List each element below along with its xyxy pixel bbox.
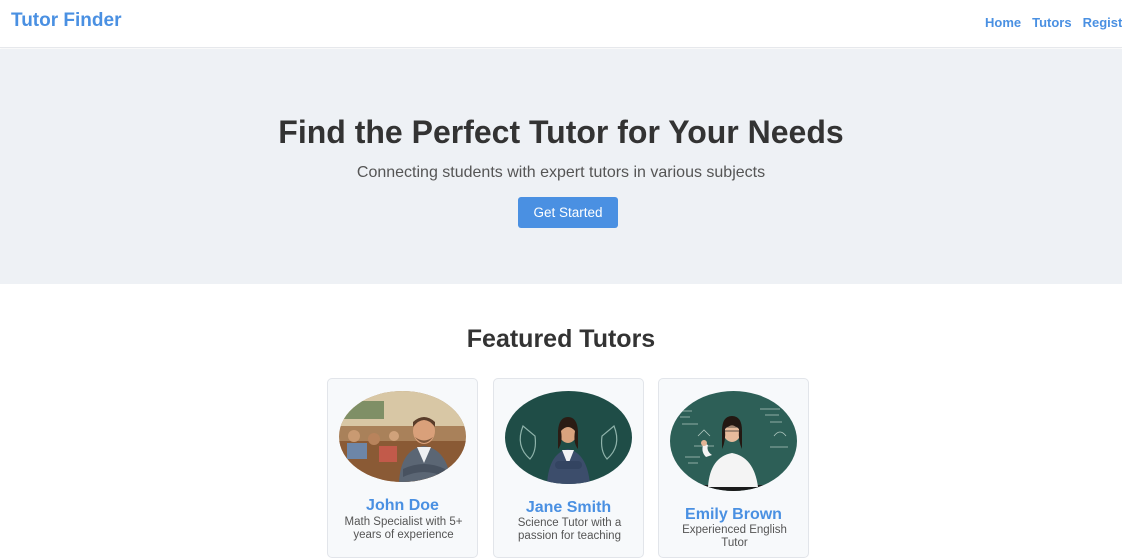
navbar: Tutor Finder Home Tutors Register: [0, 0, 1122, 48]
hero-subtitle: Connecting students with expert tutors i…: [356, 164, 766, 181]
tutor-name: Emily Brown: [685, 506, 782, 523]
tutor-card[interactable]: John Doe Math Specialist with 5+ years o…: [327, 378, 478, 558]
tutor-photo: [505, 391, 632, 484]
tutor-description: Math Specialist with 5+ years of experie…: [344, 516, 463, 541]
get-started-button[interactable]: Get Started: [518, 197, 618, 228]
tutor-name: John Doe: [366, 497, 439, 514]
tutor-photo: [670, 391, 797, 491]
nav-links: Home Tutors Register: [985, 14, 1122, 32]
hero-section: Find the Perfect Tutor for Your Needs Co…: [0, 49, 1122, 284]
tutor-card[interactable]: Emily Brown Experienced English Tutor: [658, 378, 809, 558]
tutor-photo: [339, 391, 466, 482]
tutor-description: Science Tutor with a passion for teachin…: [517, 517, 622, 542]
brand-logo[interactable]: Tutor Finder: [11, 10, 121, 32]
tutor-name: Jane Smith: [525, 499, 612, 516]
nav-link-home[interactable]: Home: [985, 15, 1021, 30]
nav-link-register[interactable]: Register: [1083, 15, 1122, 30]
tutor-description: Experienced English Tutor: [682, 524, 787, 549]
nav-link-tutors[interactable]: Tutors: [1032, 15, 1071, 30]
hero-title: Find the Perfect Tutor for Your Needs: [278, 114, 844, 150]
featured-tutors-title: Featured Tutors: [466, 325, 656, 353]
tutor-card[interactable]: Jane Smith Science Tutor with a passion …: [493, 378, 644, 558]
